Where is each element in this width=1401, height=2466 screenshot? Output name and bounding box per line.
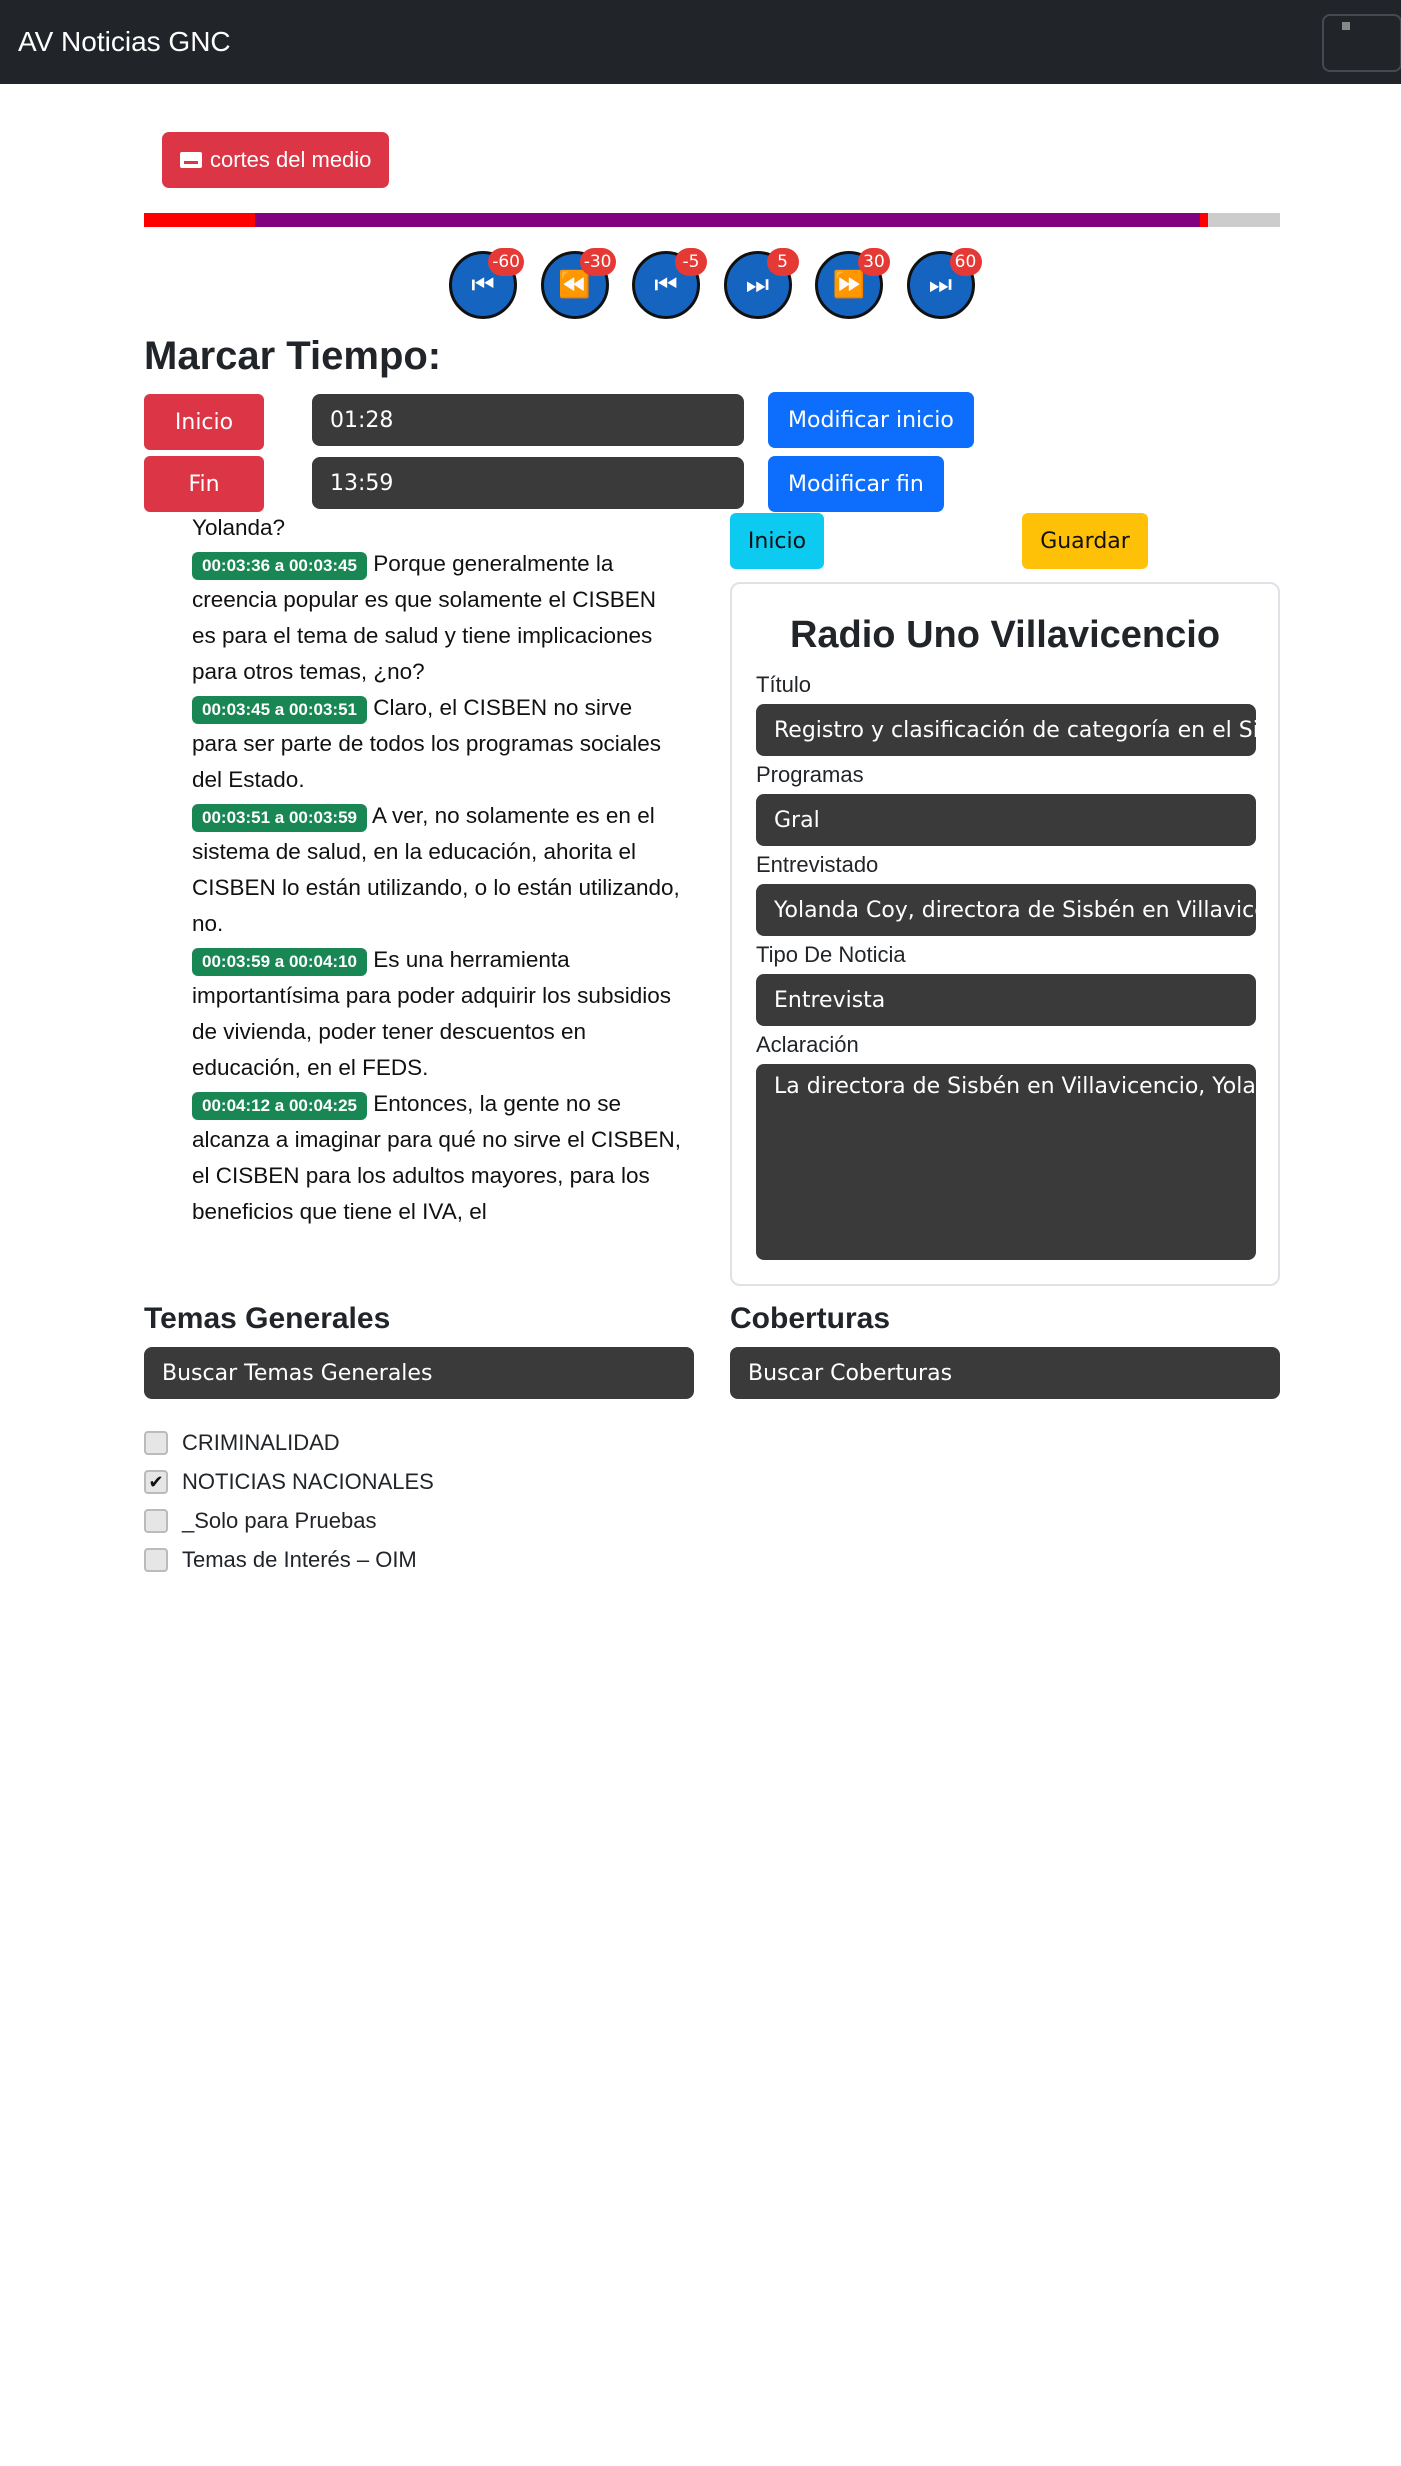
- transcript-entry: 00:03:51 a 00:03:59 A ver, no solamente …: [192, 798, 682, 942]
- brand-title[interactable]: AV Noticias GNC: [18, 26, 231, 58]
- skip-forward-5-icon: ⏭: [745, 269, 770, 300]
- temas-search-input[interactable]: Buscar Temas Generales: [144, 1347, 694, 1399]
- tema-label: Temas de Interés – OIM: [182, 1547, 417, 1572]
- skip-forward-60-icon: ⏭: [928, 269, 953, 300]
- tema-checkbox-row[interactable]: ✔ NOTICIAS NACIONALES: [144, 1467, 434, 1497]
- marcar-tiempo-heading: Marcar Tiempo:: [144, 334, 442, 378]
- progress-segment: [1200, 213, 1209, 227]
- transcript-entry: 00:03:59 a 00:04:10 Es una herramienta i…: [192, 942, 682, 1086]
- inicio-time-field[interactable]: 01:28: [312, 394, 744, 446]
- checkbox[interactable]: [144, 1509, 168, 1533]
- seconds-badge: -5: [675, 248, 707, 276]
- tema-checkbox-row[interactable]: CRIMINALIDAD: [144, 1428, 340, 1458]
- progress-segment: [144, 213, 256, 227]
- seconds-badge: -30: [579, 248, 616, 276]
- progress-segment: [255, 213, 1201, 227]
- guardar-button[interactable]: Guardar: [1022, 513, 1148, 569]
- tipo-noticia-field[interactable]: Entrevista: [756, 974, 1256, 1026]
- timestamp-badge[interactable]: 00:03:45 a 00:03:51: [192, 696, 368, 724]
- transcript-entry: 00:03:36 a 00:03:45 Porque generalmente …: [192, 546, 682, 690]
- tipo-noticia-label: Tipo De Noticia: [756, 942, 906, 967]
- programas-field[interactable]: Gral: [756, 794, 1256, 846]
- tema-checkbox-row[interactable]: Temas de Interés – OIM: [144, 1545, 417, 1575]
- inicio-mark-button[interactable]: Inicio: [144, 394, 264, 450]
- menu-toggle-button[interactable]: [1322, 14, 1401, 72]
- skip-back-60-button[interactable]: ⏮ -60: [449, 248, 524, 319]
- temas-generales-heading: Temas Generales: [144, 1302, 391, 1335]
- cortes-label: cortes del medio: [210, 147, 372, 172]
- titulo-label: Título: [756, 672, 812, 697]
- seconds-badge: 30: [858, 248, 890, 276]
- skip-forward-30-button[interactable]: ⏩ 30: [815, 248, 890, 319]
- inicio-button[interactable]: Inicio: [730, 513, 824, 569]
- news-form-card: Radio Uno Villavicencio Título Registro …: [730, 582, 1280, 1286]
- coberturas-search-input[interactable]: Buscar Coberturas: [730, 1347, 1280, 1399]
- skip-back-5-button[interactable]: ⏮ -5: [632, 248, 707, 319]
- top-navbar: AV Noticias GNC: [0, 0, 1401, 84]
- entrevistado-label: Entrevistado: [756, 852, 879, 877]
- skip-forward-5-button[interactable]: ⏭ 5: [723, 248, 799, 319]
- checkbox[interactable]: ✔: [144, 1470, 168, 1494]
- entrevistado-field[interactable]: Yolanda Coy, directora de Sisbén en Vill…: [756, 884, 1256, 936]
- timestamp-badge[interactable]: 00:03:51 a 00:03:59: [192, 804, 368, 832]
- media-progress-bar[interactable]: [144, 213, 1280, 227]
- coberturas-heading: Coberturas: [730, 1302, 891, 1335]
- skip-back-60-icon: ⏮: [471, 269, 495, 300]
- fin-time-field[interactable]: 13:59: [312, 457, 744, 509]
- skip-back-5-icon: ⏮: [654, 269, 678, 300]
- timestamp-badge[interactable]: 00:03:59 a 00:04:10: [192, 948, 368, 976]
- titulo-field[interactable]: Registro y clasificación de categoría en…: [756, 704, 1256, 756]
- aclaracion-textarea[interactable]: La directora de Sisbén en Villavicencio,…: [756, 1064, 1256, 1260]
- transcript-entry: 00:04:12 a 00:04:25 Entonces, la gente n…: [192, 1086, 682, 1230]
- menu-icon: [1342, 22, 1350, 30]
- transcript-entry: 00:03:45 a 00:03:51 Claro, el CISBEN no …: [192, 690, 682, 798]
- programas-label: Programas: [756, 762, 864, 787]
- skip-back-30-button[interactable]: ⏪ -30: [540, 248, 616, 319]
- skip-back-30-icon: ⏪: [558, 270, 591, 300]
- seconds-badge: 5: [766, 248, 799, 276]
- timestamp-badge[interactable]: 00:04:12 a 00:04:25: [192, 1092, 368, 1120]
- skip-forward-60-button[interactable]: ⏭ 60: [906, 248, 982, 319]
- aclaracion-label: Aclaración: [756, 1032, 859, 1057]
- seconds-badge: 60: [949, 248, 982, 276]
- transcript-lead: Yolanda?: [192, 515, 286, 540]
- fin-mark-button[interactable]: Fin: [144, 456, 264, 512]
- timestamp-badge[interactable]: 00:03:36 a 00:03:45: [192, 552, 368, 580]
- checkbox[interactable]: [144, 1548, 168, 1572]
- tema-label: _Solo para Pruebas: [182, 1508, 377, 1533]
- tema-checkbox-row[interactable]: _Solo para Pruebas: [144, 1506, 376, 1536]
- seconds-badge: -60: [488, 248, 524, 276]
- modificar-fin-button[interactable]: Modificar fin: [768, 456, 944, 512]
- subtitles-icon: [180, 152, 202, 168]
- skip-forward-30-icon: ⏩: [832, 270, 866, 300]
- tema-label: CRIMINALIDAD: [182, 1430, 340, 1455]
- checkbox[interactable]: [144, 1431, 168, 1455]
- transcript-panel: Yolanda? 00:03:36 a 00:03:45 Porque gene…: [192, 510, 682, 1230]
- cortes-del-medio-button[interactable]: cortes del medio: [162, 132, 390, 188]
- media-title: Radio Uno Villavicencio: [789, 614, 1221, 656]
- tema-label: NOTICIAS NACIONALES: [182, 1469, 434, 1494]
- modificar-inicio-button[interactable]: Modificar inicio: [768, 392, 974, 448]
